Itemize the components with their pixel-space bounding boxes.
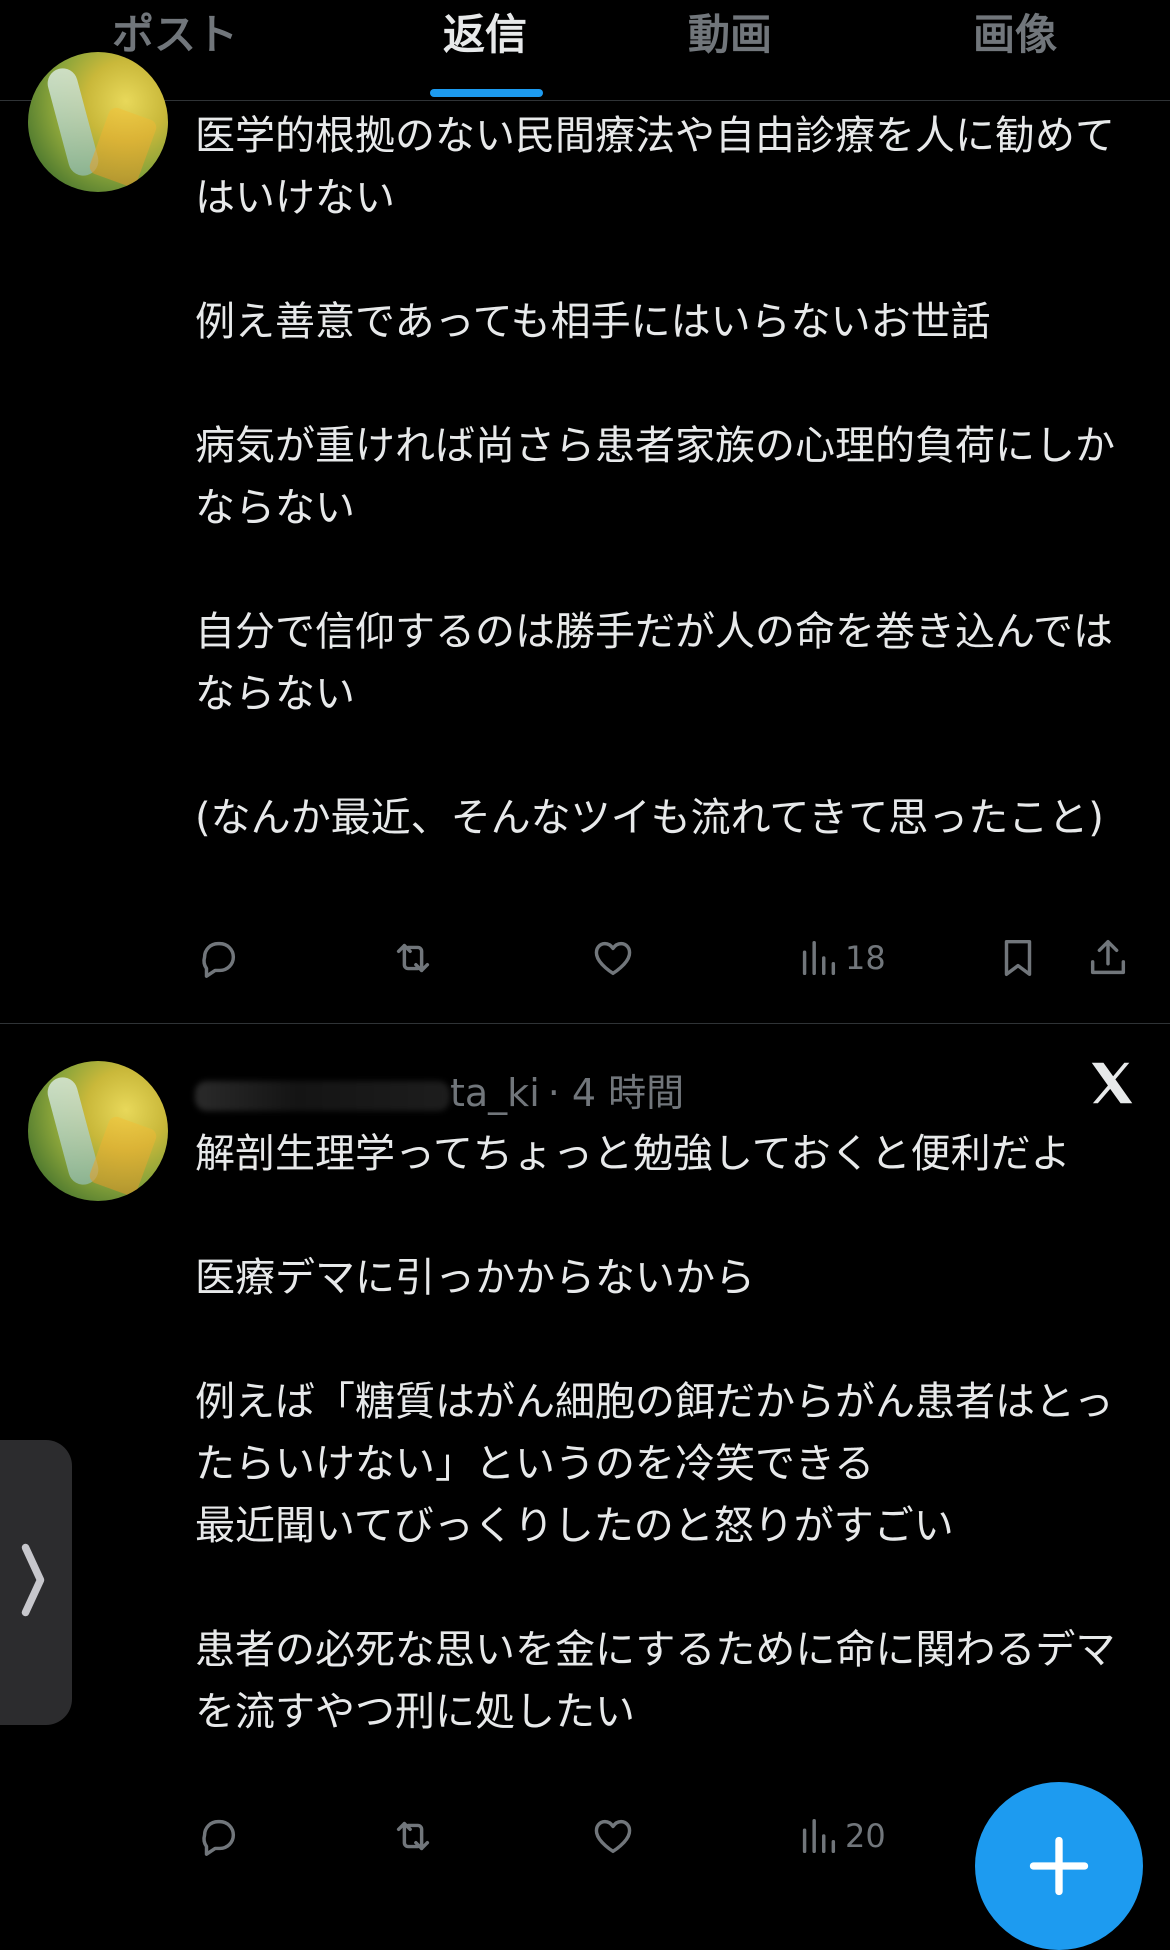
post-paragraph: 医療デマに引っかからないから: [195, 1255, 755, 1301]
post-handle: ta_ki: [450, 1071, 540, 1115]
profile-tab-bar: ポスト 返信 動画 画像: [0, 0, 1170, 101]
post-paragraph: (なんか最近、そんなツイも流れてきて思ったこと): [195, 795, 1104, 841]
reply-icon: [202, 941, 236, 978]
like-button[interactable]: [590, 928, 636, 988]
post-paragraph: 患者の必死な思いを金にするために命に関わるデマを流すやつ刑に処したい: [195, 1627, 1116, 1735]
post-paragraph: 自分で信仰するのは勝手だが人の命を巻き込んではならない: [195, 609, 1113, 717]
chevron-right-icon: [21, 1543, 45, 1617]
views-button[interactable]: 20: [795, 1806, 886, 1866]
like-button[interactable]: [590, 1806, 636, 1866]
views-icon: [802, 940, 836, 976]
tab-images[interactable]: 画像: [935, 0, 1095, 100]
reply-button[interactable]: [195, 1806, 241, 1866]
post-paragraph: 病気が重ければ尚さら患者家族の心理的負荷にしかならない: [195, 423, 1115, 531]
view-count: 18: [845, 939, 886, 977]
heart-icon: [594, 1819, 632, 1854]
view-count: 20: [845, 1817, 886, 1855]
share-button[interactable]: [1085, 928, 1131, 988]
views-icon: [802, 1818, 836, 1854]
plus-icon: [1029, 1836, 1089, 1896]
avatar[interactable]: [28, 1061, 168, 1201]
heart-icon: [594, 941, 632, 976]
post-text: 解剖生理学ってちょっと勉強しておくと便利だよ 医療デマに引っかからないから 例え…: [195, 1123, 1145, 1743]
post-meta: ta_ki · 4 時間: [195, 1062, 684, 1117]
post-paragraph: 解剖生理学ってちょっと勉強しておくと便利だよ: [195, 1131, 1071, 1177]
compose-button[interactable]: [975, 1782, 1143, 1950]
reply-icon: [202, 1819, 236, 1856]
views-button[interactable]: 18: [795, 928, 886, 988]
post-paragraph: 医学的根拠のない民間療法や自由診療を人に勧めてはいけない: [195, 113, 1115, 221]
post-time: · 4 時間: [547, 1071, 685, 1115]
repost-icon: [396, 1821, 430, 1851]
tab-videos[interactable]: 動画: [650, 0, 810, 100]
share-icon: [1090, 939, 1126, 975]
repost-button[interactable]: [390, 928, 436, 988]
active-tab-indicator: [430, 89, 543, 97]
post-item[interactable]: ta_ki · 4 時間 解剖生理学ってちょっと勉強しておくと便利だよ 医療デマに…: [0, 1024, 1170, 1946]
repost-icon: [396, 943, 430, 973]
post-paragraph: 例え善意であっても相手にはいらないお世話: [195, 299, 991, 345]
x-logo-icon: [1091, 1062, 1133, 1104]
side-drawer-handle[interactable]: [0, 1440, 72, 1725]
avatar[interactable]: [28, 52, 168, 192]
post-item[interactable]: 医学的根拠のない民間療法や自由診療を人に勧めてはいけない 例え善意であっても相手…: [0, 52, 1170, 1024]
bookmark-button[interactable]: [995, 928, 1041, 988]
repost-button[interactable]: [390, 1806, 436, 1866]
tab-replies[interactable]: 返信: [405, 0, 565, 100]
post-paragraph: 例えば「糖質はがん細胞の餌だからがん患者はとったらいけない」というのを冷笑できる…: [195, 1379, 1114, 1549]
post-text: 医学的根拠のない民間療法や自由診療を人に勧めてはいけない 例え善意であっても相手…: [195, 105, 1145, 849]
post-actions: 18: [195, 928, 1145, 988]
bookmark-icon: [1004, 939, 1032, 977]
obscured-username: [195, 1080, 450, 1111]
reply-button[interactable]: [195, 928, 241, 988]
